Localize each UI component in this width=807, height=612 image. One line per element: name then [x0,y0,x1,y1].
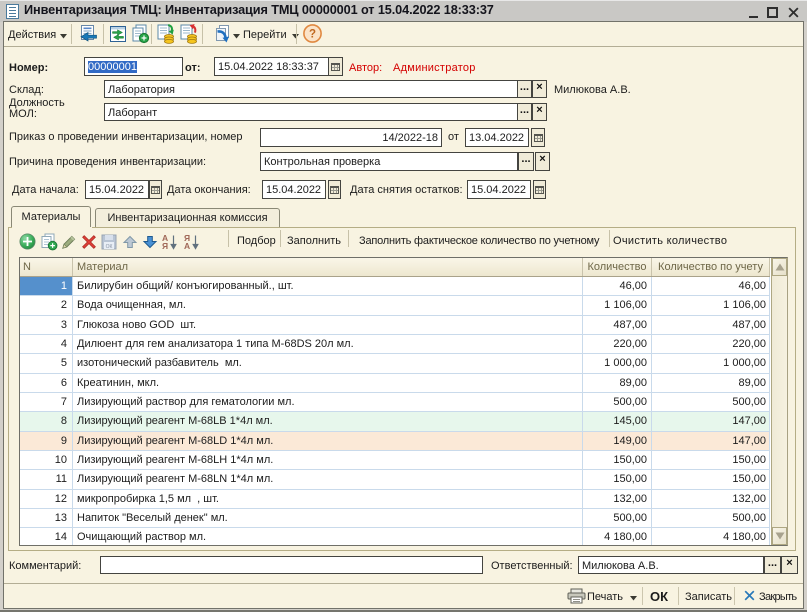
svg-text:А: А [184,241,190,251]
svg-text:Я: Я [162,241,168,251]
svg-text:ОК: ОК [106,244,113,250]
svg-text:?: ? [309,29,316,41]
